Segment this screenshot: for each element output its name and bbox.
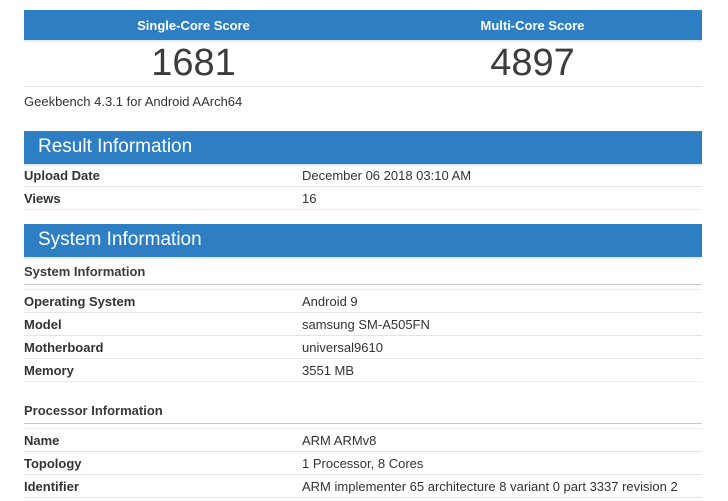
score-header-bar: Single-Core Score Multi-Core Score [24, 10, 702, 40]
row-value: ARM implementer 65 architecture 8 varian… [302, 475, 702, 498]
geekbench-result-page: Single-Core Score Multi-Core Score 1681 … [24, 10, 702, 501]
table-row: Name ARM ARMv8 [24, 429, 702, 452]
single-core-score-label: Single-Core Score [24, 18, 363, 33]
benchmark-version: Geekbench 4.3.1 for Android AArch64 [24, 87, 702, 117]
result-information-section: Result Information Upload Date December … [24, 131, 702, 210]
row-label: Upload Date [24, 164, 302, 187]
table-row: Identifier ARM implementer 65 architectu… [24, 475, 702, 498]
table-row: Base Frequency 1.74 GHz [24, 498, 702, 501]
row-label: Motherboard [24, 336, 302, 359]
system-information-header: System Information [24, 224, 702, 257]
table-row: Topology 1 Processor, 8 Cores [24, 452, 702, 475]
processor-information-table: Name ARM ARMv8 Topology 1 Processor, 8 C… [24, 428, 702, 501]
table-row: Motherboard universal9610 [24, 336, 702, 359]
system-information-subsection: System Information Operating System Andr… [24, 257, 702, 382]
row-value: 1 Processor, 8 Cores [302, 452, 702, 475]
processor-information-subheader: Processor Information [24, 396, 702, 424]
system-information-section: System Information System Information Op… [24, 224, 702, 501]
row-label: Views [24, 187, 302, 210]
row-value: samsung SM-A505FN [302, 313, 702, 336]
result-information-header: Result Information [24, 131, 702, 164]
processor-information-subsection: Processor Information Name ARM ARMv8 Top… [24, 396, 702, 501]
single-core-score-value: 1681 [24, 42, 363, 84]
row-label: Model [24, 313, 302, 336]
table-row: Operating System Android 9 [24, 290, 702, 313]
row-value: 3551 MB [302, 359, 702, 382]
row-label: Operating System [24, 290, 302, 313]
multi-core-score-value: 4897 [363, 42, 702, 84]
row-label: Name [24, 429, 302, 452]
score-values-row: 1681 4897 [24, 40, 702, 87]
row-value: 1.74 GHz [302, 498, 702, 501]
row-value: Android 9 [302, 290, 702, 313]
result-information-table: Upload Date December 06 2018 03:10 AM Vi… [24, 164, 702, 210]
row-value: 16 [302, 187, 702, 210]
row-label: Memory [24, 359, 302, 382]
table-row: Model samsung SM-A505FN [24, 313, 702, 336]
row-value: December 06 2018 03:10 AM [302, 164, 702, 187]
row-label: Base Frequency [24, 498, 302, 501]
table-row: Memory 3551 MB [24, 359, 702, 382]
table-row: Upload Date December 06 2018 03:10 AM [24, 164, 702, 187]
row-label: Topology [24, 452, 302, 475]
multi-core-score-label: Multi-Core Score [363, 18, 702, 33]
system-information-subheader: System Information [24, 257, 702, 285]
row-value: ARM ARMv8 [302, 429, 702, 452]
system-information-table: Operating System Android 9 Model samsung… [24, 289, 702, 382]
row-label: Identifier [24, 475, 302, 498]
table-row: Views 16 [24, 187, 702, 210]
row-value: universal9610 [302, 336, 702, 359]
